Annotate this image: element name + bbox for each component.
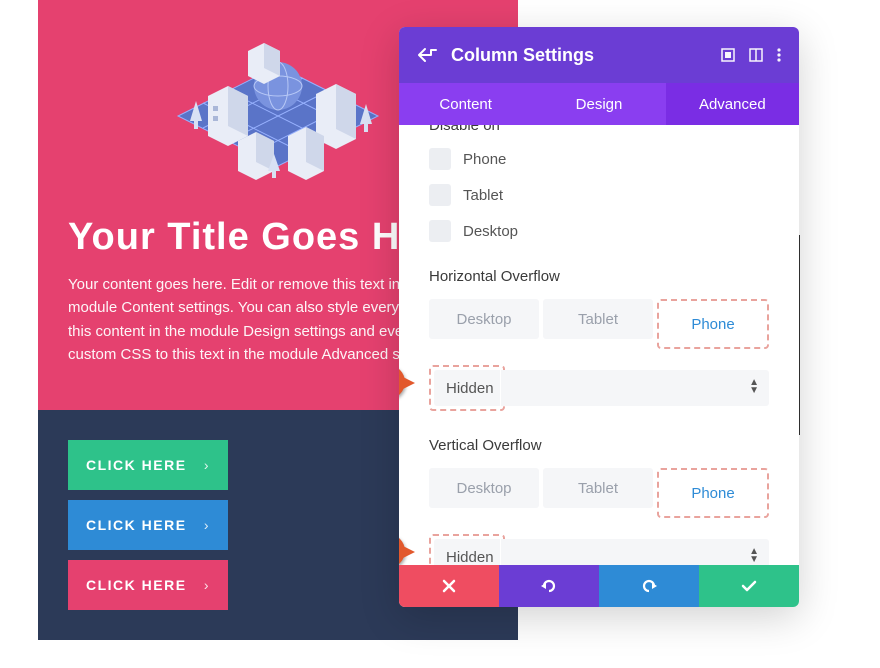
vertical-overflow-devices: Desktop Tablet Phone (429, 468, 769, 518)
overflow-select[interactable]: Hidden (434, 539, 500, 565)
seg-tablet[interactable]: Tablet (543, 468, 653, 508)
settings-panel: Column Settings Content Design Advanced … (399, 27, 799, 607)
redo-button[interactable] (599, 565, 699, 607)
panel-header: Column Settings (399, 27, 799, 83)
seg-phone[interactable]: Phone (662, 304, 764, 344)
checkbox-label: Tablet (463, 187, 503, 204)
seg-tablet[interactable]: Tablet (543, 299, 653, 339)
seg-phone[interactable]: Phone (662, 473, 764, 513)
back-icon[interactable] (417, 47, 437, 63)
tab-content[interactable]: Content (399, 83, 532, 125)
panel-tabs: Content Design Advanced (399, 83, 799, 125)
checkbox[interactable] (429, 148, 451, 170)
cancel-button[interactable] (399, 565, 499, 607)
callout-tail (399, 544, 415, 560)
vertical-overflow-label: Vertical Overflow (429, 437, 769, 454)
columns-icon[interactable] (749, 48, 763, 62)
cta-button-blue[interactable]: CLICK HERE › (68, 500, 228, 550)
chevron-right-icon: › (204, 457, 210, 473)
cta-button-green[interactable]: CLICK HERE › (68, 440, 228, 490)
callout-1: 1 (399, 365, 425, 405)
checkbox-label: Phone (463, 151, 506, 168)
checkbox[interactable] (429, 220, 451, 242)
horizontal-overflow-devices: Desktop Tablet Phone (429, 299, 769, 349)
panel-title: Column Settings (451, 45, 707, 66)
vertical-overflow-select-row: 2 Hidden ▲▼ (429, 534, 769, 565)
undo-button[interactable] (499, 565, 599, 607)
horizontal-overflow-label: Horizontal Overflow (429, 268, 769, 285)
disable-phone-row[interactable]: Phone (429, 148, 769, 170)
disable-tablet-row[interactable]: Tablet (429, 184, 769, 206)
more-icon[interactable] (777, 48, 781, 62)
cta-label: CLICK HERE (86, 577, 187, 593)
save-button[interactable] (699, 565, 799, 607)
cta-label: CLICK HERE (86, 517, 187, 533)
highlight-box: Hidden (429, 365, 505, 411)
highlight-box: Hidden (429, 534, 505, 565)
chevron-right-icon: › (204, 517, 210, 533)
panel-footer (399, 565, 799, 607)
disable-on-label: Disable on (429, 125, 769, 134)
cta-label: CLICK HERE (86, 457, 187, 473)
tab-advanced[interactable]: Advanced (666, 83, 799, 125)
cta-button-red[interactable]: CLICK HERE › (68, 560, 228, 610)
seg-desktop[interactable]: Desktop (429, 468, 539, 508)
callout-tail (399, 375, 415, 391)
checkbox-label: Desktop (463, 223, 518, 240)
seg-desktop[interactable]: Desktop (429, 299, 539, 339)
expand-icon[interactable] (721, 48, 735, 62)
horizontal-overflow-select-row: 1 Hidden ▲▼ (429, 365, 769, 411)
chevron-right-icon: › (204, 577, 210, 593)
overflow-select[interactable]: Hidden (434, 370, 500, 406)
disable-desktop-row[interactable]: Desktop (429, 220, 769, 242)
checkbox[interactable] (429, 184, 451, 206)
callout-2: 2 (399, 534, 425, 565)
tab-design[interactable]: Design (532, 83, 665, 125)
panel-body: Disable on Phone Tablet Desktop Horizont… (399, 125, 799, 565)
highlight-box: Phone (657, 468, 769, 518)
highlight-box: Phone (657, 299, 769, 349)
